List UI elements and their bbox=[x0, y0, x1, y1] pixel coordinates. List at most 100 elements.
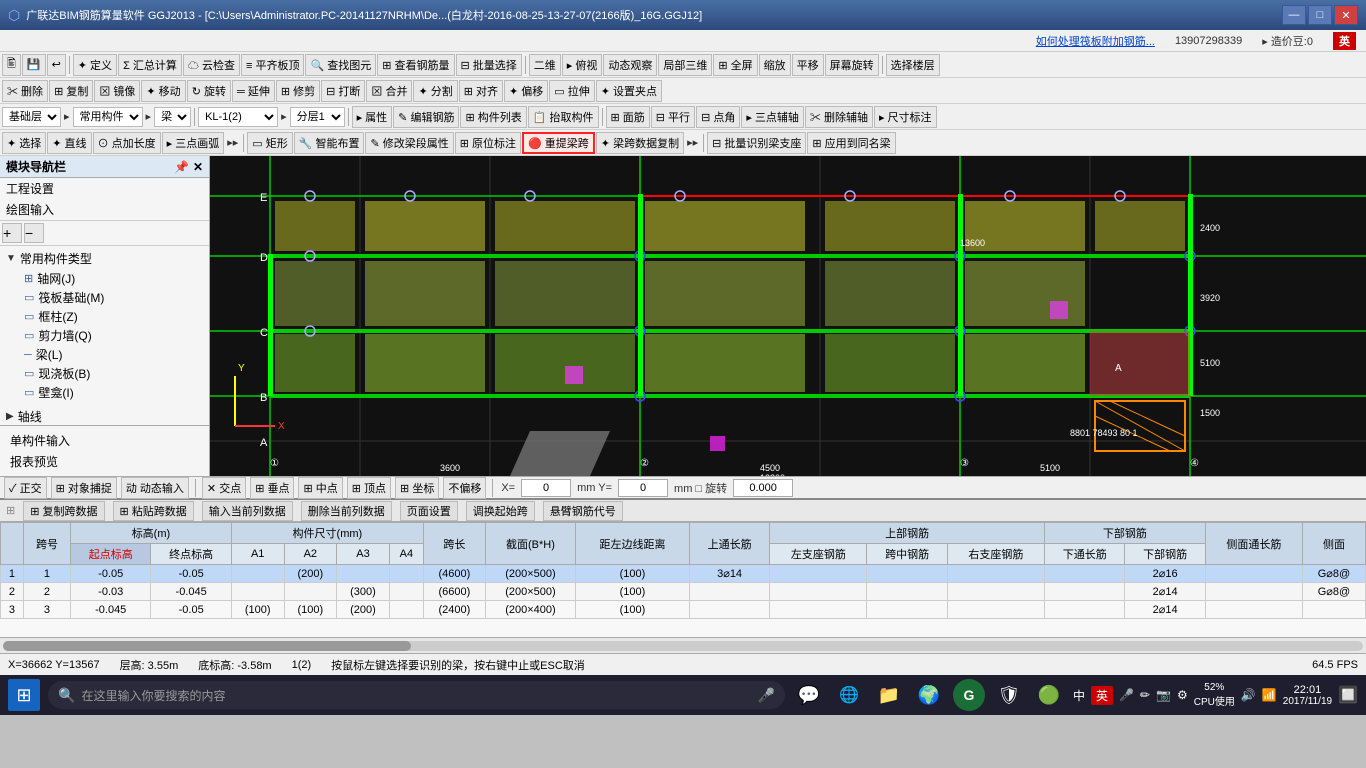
tray-network[interactable]: 📶 bbox=[1262, 688, 1277, 702]
nav-wall-item[interactable]: ▭ 剪力墙(Q) bbox=[0, 326, 209, 345]
mirror-btn[interactable]: ⊠ 镜像 bbox=[94, 80, 140, 102]
rot-input[interactable] bbox=[733, 479, 793, 497]
ortho-btn[interactable]: ✓ 正交 bbox=[4, 477, 47, 499]
dimension-btn[interactable]: ▸ 尺寸标注 bbox=[874, 106, 937, 128]
cloud-check-btn[interactable]: ☁ 云检查 bbox=[183, 54, 240, 76]
smart-place-btn[interactable]: 🔧 智能布置 bbox=[294, 132, 365, 154]
merge-btn[interactable]: ⊠ 合并 bbox=[366, 80, 412, 102]
data-table-container[interactable]: 跨号 标高(m) 构件尺寸(mm) 跨长 截面(B*H) 距左边线距离 上通长筋… bbox=[0, 522, 1366, 637]
midpoint-btn[interactable]: ⊞ 中点 bbox=[298, 477, 342, 499]
common-components-header[interactable]: ▼ 常用构件类型 bbox=[0, 248, 209, 269]
extend-btn[interactable]: ═ 延伸 bbox=[232, 80, 275, 102]
rect-btn[interactable]: ▭ 矩形 bbox=[247, 132, 292, 154]
new-btn[interactable]: 🖺 bbox=[2, 54, 21, 76]
y-input[interactable] bbox=[618, 479, 668, 497]
pick-comp-btn[interactable]: 📋 抬取构件 bbox=[528, 106, 599, 128]
report-preview-item[interactable]: 报表预览 bbox=[6, 451, 203, 472]
vertex-btn[interactable]: ⊞ 顶点 bbox=[347, 477, 391, 499]
x-input[interactable] bbox=[521, 479, 571, 497]
table-row[interactable]: 2 2 -0.03 -0.045 (300) (6600) (200×500) … bbox=[1, 583, 1366, 601]
table-row[interactable]: 1 1 -0.05 -0.05 (200) (4600) (200×500) (… bbox=[1, 565, 1366, 583]
lang-icon[interactable]: 英 bbox=[1333, 32, 1356, 50]
grip-btn[interactable]: ✦ 设置夹点 bbox=[596, 80, 662, 102]
nav-grid-item[interactable]: ⊞ 轴网(J) bbox=[0, 269, 209, 288]
nav-sub-btn[interactable]: − bbox=[24, 223, 44, 243]
tray-action-center[interactable]: 🔲 bbox=[1338, 685, 1358, 705]
nav-raft-item[interactable]: ▭ 筏板基础(M) bbox=[0, 288, 209, 307]
beam-select[interactable]: KL-1(2) bbox=[198, 107, 278, 127]
find-elem-btn[interactable]: 🔍 查找图元 bbox=[305, 54, 376, 76]
scroll-thumb[interactable] bbox=[3, 641, 411, 651]
win-maximize-btn[interactable]: □ bbox=[1308, 5, 1332, 25]
align-btn[interactable]: ⊞ 对齐 bbox=[459, 80, 503, 102]
point-len-btn[interactable]: ⊙ 点加长度 bbox=[93, 132, 161, 154]
intersection-btn[interactable]: ✕ 交点 bbox=[202, 477, 246, 499]
batch-select-btn[interactable]: ⊟ 批量选择 bbox=[456, 54, 522, 76]
pan-btn[interactable]: 平移 bbox=[792, 54, 824, 76]
sub-component-select[interactable]: 梁 bbox=[154, 107, 191, 127]
nav-slab-item[interactable]: ▭ 现浇板(B) bbox=[0, 364, 209, 383]
no-offset-btn[interactable]: 不偏移 bbox=[443, 477, 486, 499]
delete-btn[interactable]: ✂ 删除 bbox=[2, 80, 48, 102]
taskbar-app-chat[interactable]: 💬 bbox=[793, 679, 825, 711]
win-close-btn[interactable]: ✕ bbox=[1334, 5, 1358, 25]
property-btn[interactable]: ▸ 属性 bbox=[352, 106, 393, 128]
table-row[interactable]: 3 3 -0.045 -0.05 (100) (100) (200) (2400… bbox=[1, 601, 1366, 619]
re-extract-beam-btn[interactable]: 🔴 重提梁跨 bbox=[522, 132, 595, 154]
tray-draw[interactable]: ✏ bbox=[1140, 688, 1150, 702]
offset-btn[interactable]: ✦ 偏移 bbox=[504, 80, 548, 102]
dyn-input-btn[interactable]: 动 动态输入 bbox=[121, 477, 189, 499]
comp-list-btn[interactable]: ⊞ 构件列表 bbox=[460, 106, 526, 128]
fullscreen-btn[interactable]: ⊞ 全屏 bbox=[713, 54, 757, 76]
coord-btn[interactable]: ⊞ 坐标 bbox=[395, 477, 439, 499]
rotate-btn[interactable]: ↻ 旋转 bbox=[187, 80, 231, 102]
tray-settings[interactable]: ⚙ bbox=[1177, 688, 1188, 702]
define-btn[interactable]: ✦ 定义 bbox=[73, 54, 117, 76]
paste-span-btn[interactable]: ⊞ 粘贴跨数据 bbox=[113, 501, 194, 521]
taskbar-app-files[interactable]: 📁 bbox=[873, 679, 905, 711]
nav-pin-icon[interactable]: 📌 bbox=[174, 160, 189, 174]
split-btn[interactable]: ✦ 分割 bbox=[413, 80, 457, 102]
h-scrollbar[interactable] bbox=[0, 637, 1366, 653]
page-setup-btn[interactable]: 页面设置 bbox=[400, 501, 458, 521]
tray-mic[interactable]: 🎤 bbox=[1119, 688, 1134, 702]
axis-header[interactable]: ▶ 轴线 bbox=[0, 406, 209, 425]
notif-text[interactable]: 如何处理筏板附加钢筋... bbox=[1036, 33, 1155, 49]
layer-select[interactable]: 基础层 bbox=[2, 107, 61, 127]
save-btn[interactable]: 💾 bbox=[22, 54, 46, 76]
select-floor-btn[interactable]: 选择楼层 bbox=[886, 54, 940, 76]
nav-col-item[interactable]: ▭ 框柱(Z) bbox=[0, 307, 209, 326]
taskbar-app-globe[interactable]: 🌍 bbox=[913, 679, 945, 711]
top-view-btn[interactable]: ▸ 俯视 bbox=[562, 54, 603, 76]
taskbar-app-edge[interactable]: 🌐 bbox=[833, 679, 865, 711]
trim-btn[interactable]: ⊞ 修剪 bbox=[276, 80, 320, 102]
undo-btn[interactable]: ↩ bbox=[47, 54, 66, 76]
line-btn[interactable]: ✦ 直线 bbox=[47, 132, 91, 154]
obj-snap-btn[interactable]: ⊞ 对象捕捉 bbox=[51, 477, 117, 499]
nav-recess-item[interactable]: ▭ 壁龛(I) bbox=[0, 383, 209, 402]
component-select[interactable]: 常用构件 bbox=[73, 107, 143, 127]
cad-canvas[interactable]: E D C B A ① ② ③ ④ 3600 4500 5100 13200 2… bbox=[210, 156, 1366, 476]
nav-close-icon[interactable]: ✕ bbox=[193, 160, 203, 174]
del-axis-btn[interactable]: ✂ 删除辅轴 bbox=[805, 106, 873, 128]
part-3d-btn[interactable]: 局部三维 bbox=[658, 54, 712, 76]
tray-cam[interactable]: 📷 bbox=[1156, 688, 1171, 702]
point-angle-btn[interactable]: ⊟ 点角 bbox=[696, 106, 740, 128]
beam-span-copy-btn[interactable]: ✦ 梁跨数据复制 bbox=[596, 132, 684, 154]
orig-annot-btn[interactable]: ⊞ 原位标注 bbox=[455, 132, 521, 154]
move-btn[interactable]: ✦ 移动 bbox=[141, 80, 185, 102]
sublayer-select[interactable]: 分层1 bbox=[290, 107, 345, 127]
zoom-btn[interactable]: 缩放 bbox=[759, 54, 791, 76]
start-btn[interactable]: ⊞ bbox=[8, 679, 40, 711]
three-pt-axis-btn[interactable]: ▸ 三点辅轴 bbox=[741, 106, 804, 128]
select-tool-btn[interactable]: ✦ 选择 bbox=[2, 132, 46, 154]
level-top-btn[interactable]: ≡ 平齐板顶 bbox=[241, 54, 304, 76]
mic-icon[interactable]: 🎤 bbox=[758, 687, 775, 704]
edit-rebar-btn[interactable]: ✎ 编辑钢筋 bbox=[393, 106, 459, 128]
calc-btn[interactable]: Σ 汇总计算 bbox=[118, 54, 182, 76]
tray-zh[interactable]: 中 bbox=[1073, 687, 1085, 704]
tray-en[interactable]: 英 bbox=[1091, 686, 1113, 705]
break-btn[interactable]: ⊟ 打断 bbox=[321, 80, 365, 102]
swap-span-btn[interactable]: 调换起始跨 bbox=[466, 501, 535, 521]
nav-add-btn[interactable]: + bbox=[2, 223, 22, 243]
